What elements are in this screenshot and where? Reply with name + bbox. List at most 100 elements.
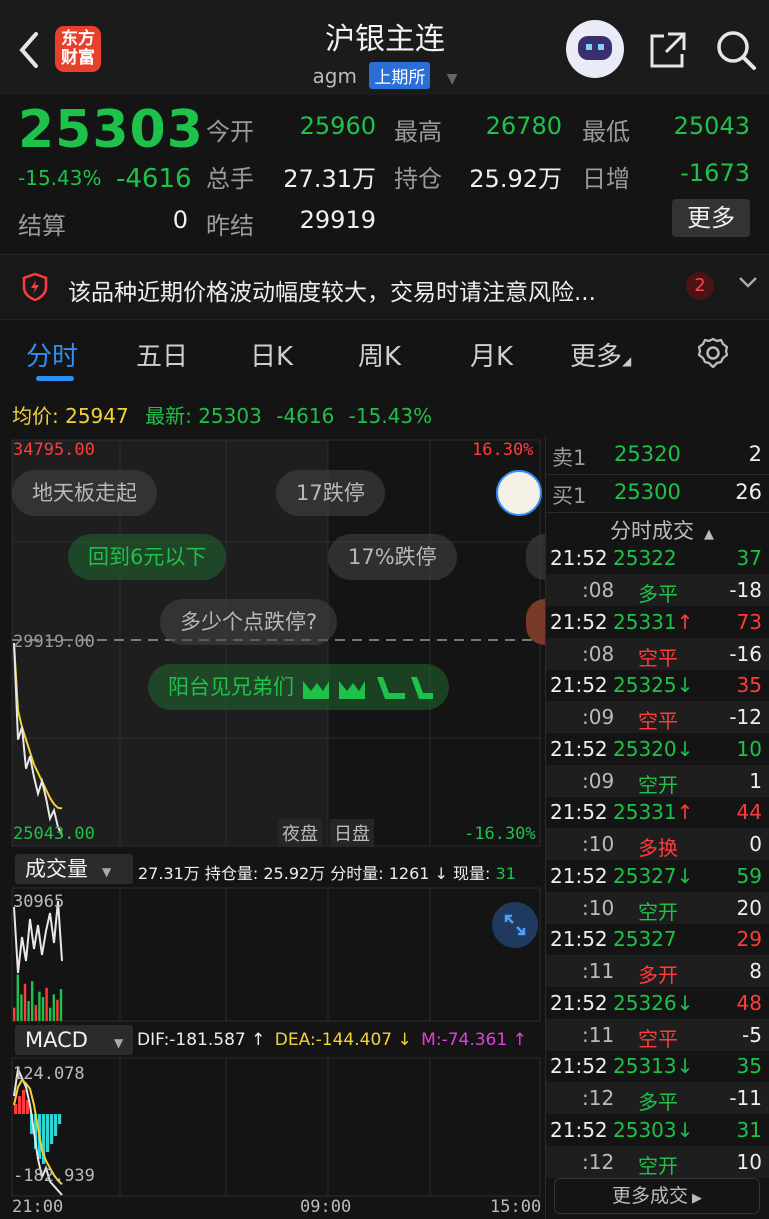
ask1-label: 卖1 [552,446,587,470]
comment-chip[interactable]: 回到6元以下 [68,534,227,580]
robot-icon [578,36,612,60]
trade-price: 25327↓ [613,863,694,888]
volume-indicator-select[interactable]: 成交量 ▼ [15,854,133,884]
volume-bar [41,997,45,1021]
trade-type: 多平 [638,1090,678,1114]
trade-qty: 10 [736,736,762,761]
trades-title[interactable]: 分时成交 ▲ [610,515,714,545]
trade-price: 25326↓ [613,990,694,1015]
trade-direction-icon: ↑ [676,609,694,634]
volume-bar [56,999,59,1021]
trade-qty: 29 [736,927,762,951]
session-day-label[interactable]: 日盘 [330,819,374,847]
session-night-label[interactable]: 夜盘 [278,819,322,847]
trade-detail-row: :09 空平 -12 [546,701,769,733]
trade-detail-row: :11 空平 -5 [546,1018,769,1051]
search-icon[interactable] [714,28,758,72]
volume-bar [38,991,41,1021]
trade-detail-row: :08 空平 -16 [546,637,769,670]
back-button[interactable] [14,28,50,72]
active-tab-indicator [36,376,74,381]
trade-qty: 37 [736,546,762,570]
macd-bar [14,1104,18,1114]
trade-qty: 35 [736,673,762,697]
comment-chip[interactable]: 17%跌停 [328,534,457,580]
trade-oi-change: 8 [749,959,762,983]
macd-indicator-select[interactable]: MACD ▼ [15,1025,133,1055]
more-trades-button[interactable]: 更多成交 ▶ [554,1178,760,1214]
trade-price: 25331↑ [613,800,694,824]
volume-max-label: 30965 [13,892,65,912]
comment-chip[interactable]: 多少个点跌停? [160,599,338,645]
tab-daily-k[interactable]: 日K [250,336,293,373]
comment-chip[interactable]: 17跌停 [276,470,385,516]
settle-value: 0 [172,206,188,234]
trade-qty: 48 [736,990,762,1015]
tab-weekly-k[interactable]: 周K [358,336,401,373]
dif-value: DIF:-181.587 ↑ [137,1030,266,1050]
trade-seconds: :10 [582,832,615,856]
app-logo[interactable]: 东方 财富 [55,26,101,72]
divider [546,512,769,513]
warning-shield-icon [22,272,48,302]
gear-icon[interactable] [696,336,730,370]
more-quote-button[interactable]: 更多 [672,199,750,237]
tab-monthly-k[interactable]: 月K [470,336,513,373]
divider [546,474,769,475]
trade-qty: 35 [736,1054,762,1078]
daily-change-value: -1673 [680,159,750,187]
open-label: 今开 [206,118,254,146]
volume-info-text: 27.31万 持仓量: 25.92万 分时量: 1261 ↓ 现量: [138,864,496,883]
share-icon[interactable] [648,30,688,70]
trade-row: 21:52 25325↓ 35 [546,669,769,701]
avg-value: 25947 [65,404,129,428]
daily-change-label: 日增 [582,165,630,193]
trade-oi-change: 1 [749,768,762,793]
bid1-qty: 26 [735,480,762,504]
trade-qty: 73 [736,609,762,634]
volume-bar [31,981,34,1021]
trade-time: 21:52 [550,863,608,888]
tab-more[interactable]: 更多◢ [570,336,631,373]
expand-icon[interactable] [492,902,538,948]
trade-seconds: :11 [582,959,615,983]
comment-chip[interactable]: 地天板走起 [12,470,157,516]
trade-seconds: :08 [582,578,615,602]
tab-intraday[interactable]: 分时 [26,336,78,373]
trade-row: 21:52 25313↓ 35 [546,1050,769,1082]
trade-price: 25325↓ [613,673,694,697]
volume-bar [13,1007,16,1021]
trade-seconds: :09 [582,768,615,793]
macd-bar [22,1090,26,1114]
exchange-badge: 上期所 [369,62,431,89]
trade-price: 25320↓ [613,736,694,761]
trade-row: 21:52 25303↓ 31 [546,1114,769,1146]
trade-direction-icon: ↑ [676,800,694,824]
volume-info: 27.31万 持仓量: 25.92万 分时量: 1261 ↓ 现量: 31 [138,860,516,884]
trade-time: 21:52 [550,546,608,570]
bid1-label: 买1 [552,484,587,508]
trade-direction-icon: ↓ [676,863,694,888]
trade-type: 空开 [638,899,678,924]
time-end-label: 15:00 [490,1197,542,1217]
macd-bar [46,1114,50,1152]
chevron-down-icon[interactable] [738,270,758,294]
low-value: 25043 [673,112,750,140]
trade-time: 21:52 [550,736,608,761]
tab-five-day[interactable]: 五日 [136,336,188,373]
comment-chip[interactable]: 阳台见兄弟们 [148,664,449,710]
symbol-row[interactable]: agm 上期所 ▼ [200,62,570,89]
trade-direction-icon: ↓ [676,1117,694,1142]
page-title: 沪银主连 [325,22,445,57]
volume-bar [16,974,19,1021]
time-start-label: 21:00 [12,1197,64,1217]
trade-seconds: :09 [582,705,615,729]
macd-bar [50,1114,54,1144]
high-label: 最高 [394,118,442,146]
caret-right-icon: ▶ [692,1191,702,1206]
chart-bottom-price: 25043.00 [13,824,95,844]
trade-detail-row: :09 空开 1 [546,764,769,797]
m-value: M:-74.361 ↑ [421,1030,527,1050]
user-avatar[interactable] [496,470,542,516]
dropdown-icon: ▼ [102,865,112,879]
